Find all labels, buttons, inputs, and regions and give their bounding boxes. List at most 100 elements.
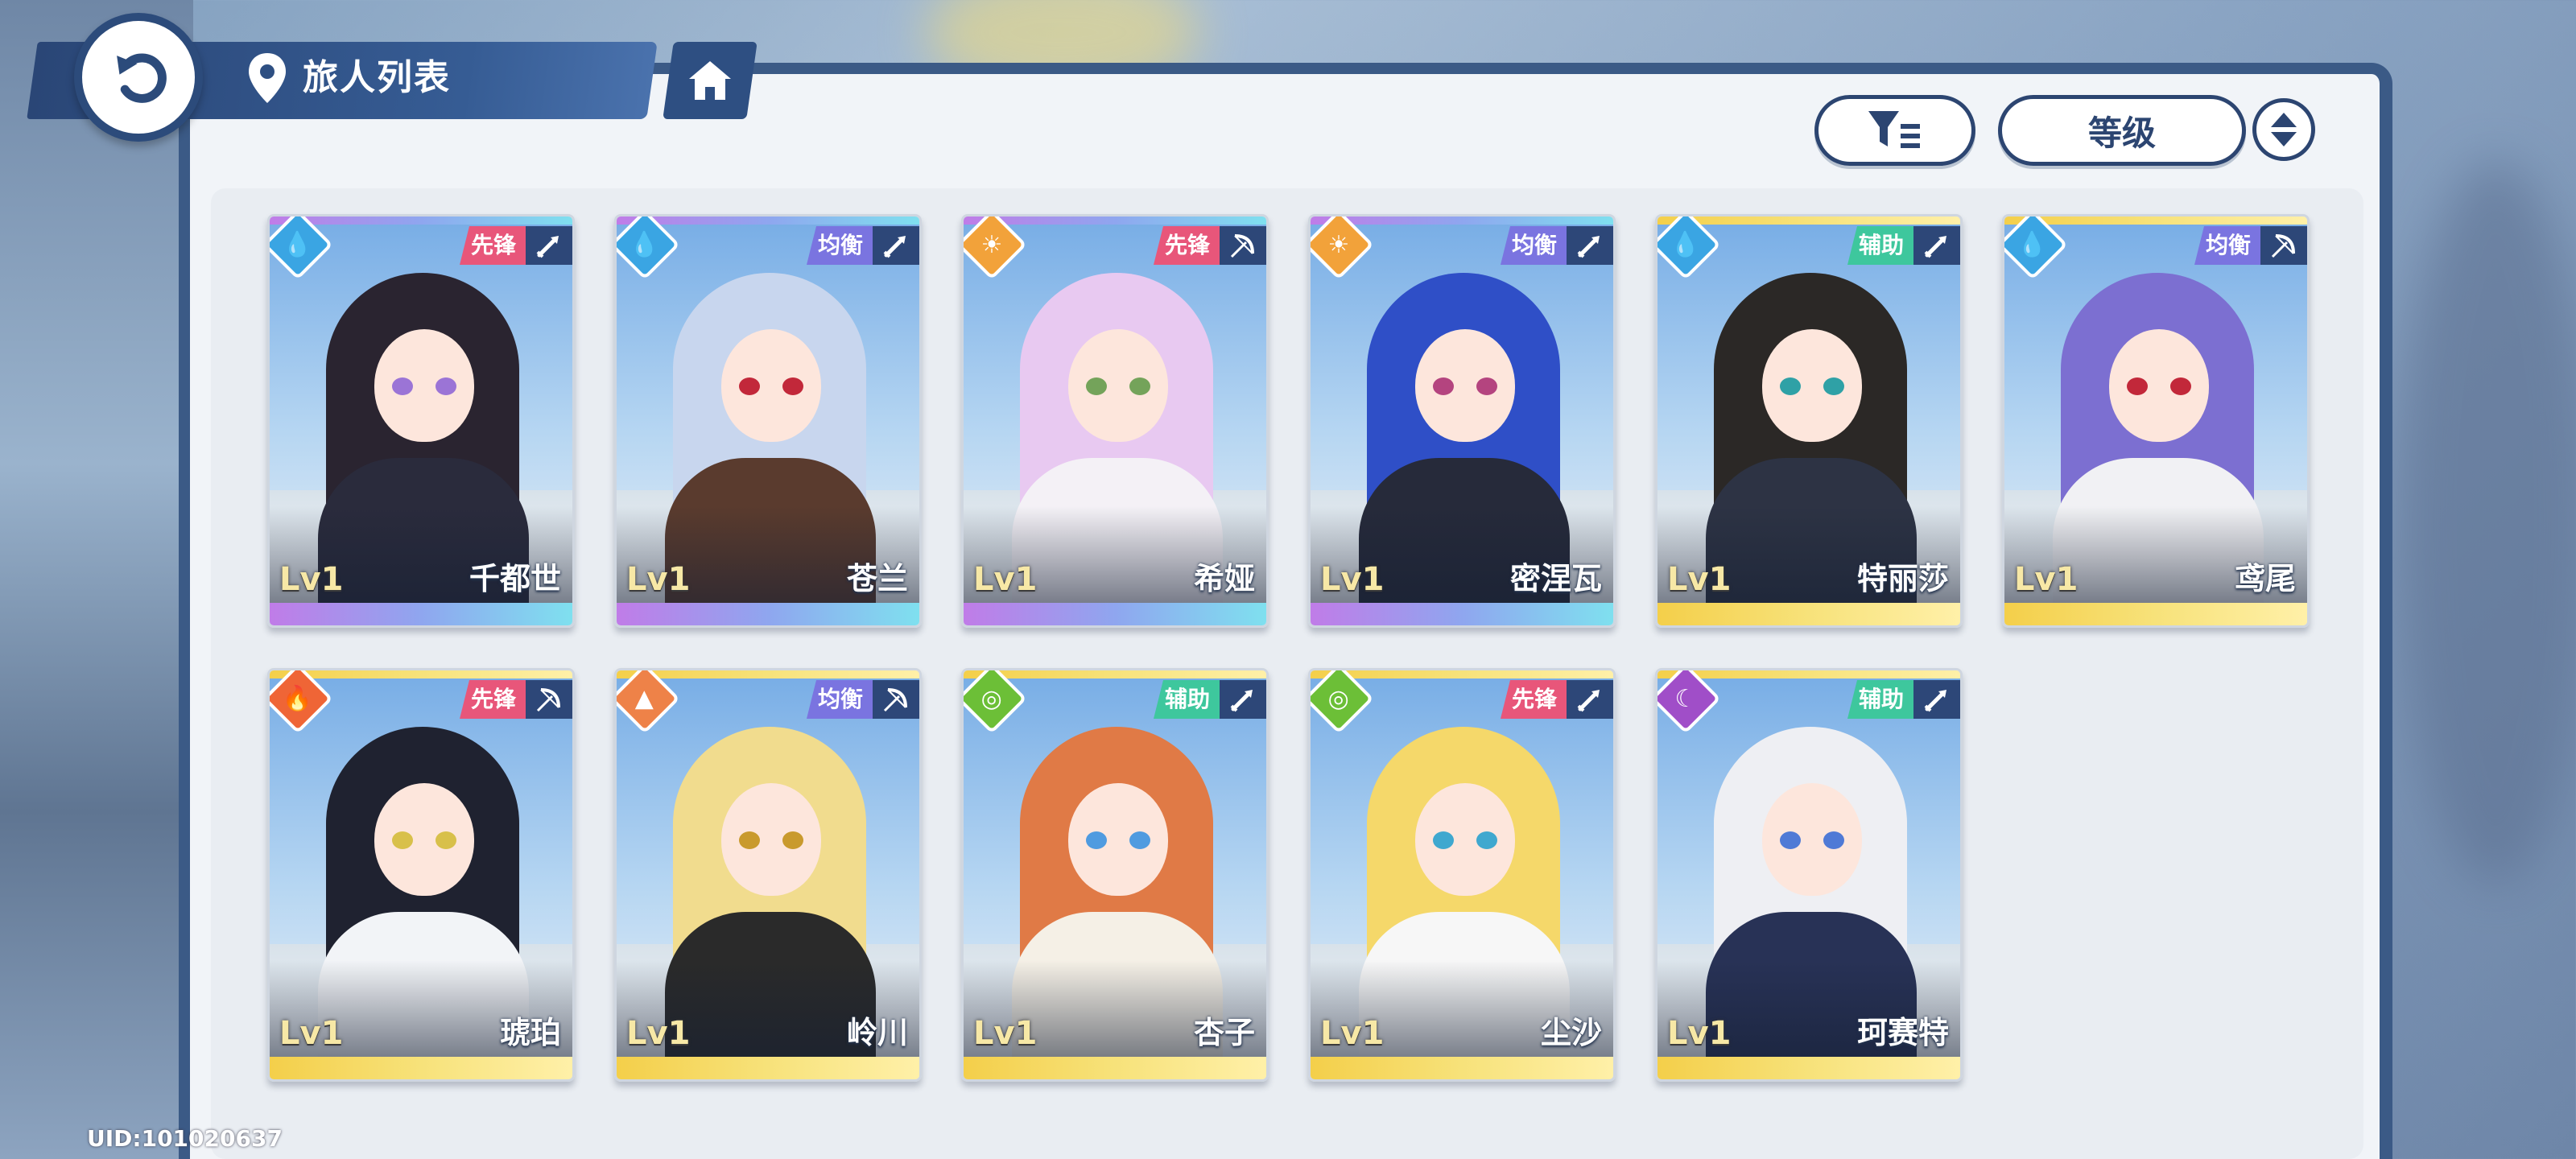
rarity-bar [964,217,1266,225]
character-name: 岭川 [846,1015,908,1050]
role-badge: 辅助 [1847,226,1915,265]
character-portrait [1657,678,1960,1057]
character-portrait [1657,225,1960,603]
character-card[interactable]: 💧 先锋 Lv1 千都世 [267,214,575,628]
role-badge: 均衡 [2194,226,2262,265]
character-name: 杏子 [1193,1015,1255,1050]
rarity-bar [617,1057,919,1079]
role-badge: 先锋 [1500,680,1568,719]
rarity-bar [964,1057,1266,1079]
page-title: 旅人列表 [303,57,451,98]
character-level: Lv1 [973,561,1038,598]
character-level: Lv1 [1667,1015,1732,1052]
rarity-bar [617,217,919,225]
bow-icon [526,680,572,719]
filter-button[interactable] [1814,95,1975,166]
sort-order-toggle[interactable] [2252,98,2315,161]
sort-label: 等级 [2087,113,2156,153]
rarity-bar [1311,217,1613,225]
character-name: 鸢尾 [2234,561,2296,596]
rarity-bar [1657,670,1960,678]
role-badge: 先锋 [459,680,527,719]
rarity-bar [617,670,919,678]
character-card[interactable]: ◎ 辅助 Lv1 杏子 [961,668,1269,1082]
character-card[interactable]: ☾ 辅助 Lv1 珂赛特 [1655,668,1963,1082]
character-name: 琥珀 [499,1015,561,1050]
character-level: Lv1 [2014,561,2079,598]
home-icon [689,61,731,100]
rarity-bar [1311,1057,1613,1079]
rarity-bar [1657,217,1960,225]
rarity-bar [2004,603,2307,625]
bow-icon [1220,226,1266,265]
character-level: Lv1 [279,1015,344,1052]
rarity-bar [270,1057,572,1079]
back-arrow-icon [117,53,167,103]
character-portrait [964,678,1266,1057]
character-level: Lv1 [973,1015,1038,1052]
sword-icon [1567,680,1613,719]
sword-icon [1913,680,1960,719]
sword-icon [1567,226,1613,265]
character-portrait [964,225,1266,603]
back-button[interactable] [74,13,203,142]
bow-icon [2260,226,2307,265]
character-card[interactable]: 💧 辅助 Lv1 特丽莎 [1655,214,1963,628]
character-portrait [2004,225,2307,603]
background-left [0,0,193,1159]
role-badge: 辅助 [1847,680,1915,719]
character-portrait [270,678,572,1057]
character-name: 密涅瓦 [1509,561,1602,596]
character-name: 千都世 [469,561,561,596]
role-badge: 均衡 [1500,226,1568,265]
role-badge: 先锋 [1153,226,1221,265]
character-card[interactable]: 🔥 先锋 Lv1 琥珀 [267,668,575,1082]
character-level: Lv1 [1667,561,1732,598]
rarity-bar [2004,217,2307,225]
character-level: Lv1 [1320,1015,1385,1052]
rarity-bar [964,670,1266,678]
character-grid: 💧 先锋 Lv1 千都世 💧 均衡 Lv1 苍兰 ☀ 先锋 Lv1 希娅 ☀ 均… [267,214,2328,1099]
sort-order-icon [2271,113,2297,146]
role-badge: 均衡 [806,680,874,719]
rarity-bar [1657,1057,1960,1079]
character-card[interactable]: ▲ 均衡 Lv1 岭川 [614,668,922,1082]
role-badge: 先锋 [459,226,527,265]
character-level: Lv1 [626,1015,691,1052]
sword-icon [526,226,572,265]
character-card[interactable]: ☀ 均衡 Lv1 密涅瓦 [1308,214,1616,628]
rarity-bar [964,603,1266,625]
character-name: 希娅 [1193,561,1255,596]
character-portrait [1311,225,1613,603]
background-blur [2399,161,2576,885]
character-level: Lv1 [1320,561,1385,598]
character-portrait [1311,678,1613,1057]
character-portrait [617,225,919,603]
bow-icon [873,680,919,719]
character-portrait [270,225,572,603]
character-name: 苍兰 [846,561,908,596]
rarity-bar [617,603,919,625]
rarity-bar [270,603,572,625]
role-badge: 均衡 [806,226,874,265]
character-card[interactable]: ☀ 先锋 Lv1 希娅 [961,214,1269,628]
home-button[interactable] [663,42,758,119]
character-level: Lv1 [279,561,344,598]
sort-select[interactable]: 等级 [1998,95,2246,166]
character-card[interactable]: 💧 均衡 Lv1 鸢尾 [2002,214,2310,628]
role-badge: 辅助 [1153,680,1221,719]
sword-icon [873,226,919,265]
rarity-bar [270,217,572,225]
character-portrait [617,678,919,1057]
rarity-bar [1311,670,1613,678]
character-name: 特丽莎 [1856,561,1949,596]
character-card[interactable]: ◎ 先锋 Lv1 尘沙 [1308,668,1616,1082]
sword-icon [1913,226,1960,265]
filter-icon [1868,111,1920,148]
player-uid: UID:101020637 [87,1125,283,1152]
character-name: 尘沙 [1540,1015,1602,1050]
character-name: 珂赛特 [1856,1015,1949,1050]
map-pin-icon [249,53,286,103]
character-card[interactable]: 💧 均衡 Lv1 苍兰 [614,214,922,628]
rarity-bar [1311,603,1613,625]
